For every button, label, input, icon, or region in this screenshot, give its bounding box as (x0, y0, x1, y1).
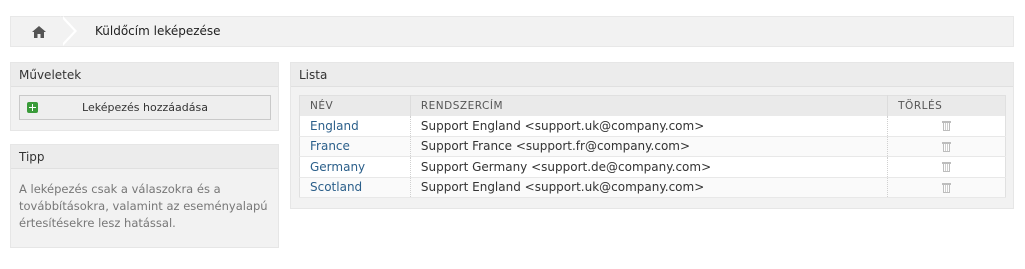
list-header: Lista (291, 63, 1013, 87)
mapping-name-link[interactable]: Scotland (310, 180, 362, 194)
column-header-delete: TÖRLÉS (887, 95, 1006, 116)
trash-icon[interactable] (942, 141, 952, 152)
trash-icon[interactable] (942, 182, 952, 193)
table-row: Scotland Support England <support.uk@com… (299, 177, 1006, 198)
mapping-address: Support England <support.uk@company.com> (410, 177, 889, 198)
page-title: Küldőcím leképezése (95, 24, 221, 38)
tip-widget: Tipp A leképezés csak a válaszokra és a … (10, 144, 279, 248)
plus-icon (27, 102, 38, 113)
breadcrumb-separator-inner (60, 16, 74, 46)
column-header-name[interactable]: NÉV (299, 95, 411, 116)
tip-header: Tipp (11, 145, 278, 169)
mapping-address: Support France <support.fr@company.com> (410, 136, 889, 157)
actions-header: Műveletek (11, 63, 278, 87)
add-mapping-label: Leképezés hozzáadása (82, 101, 208, 114)
tip-text: A leképezés csak a válaszokra és a továb… (19, 182, 268, 230)
breadcrumb: Küldőcím leképezése (10, 16, 1014, 47)
trash-icon[interactable] (942, 121, 952, 131)
mapping-address: Support England <support.uk@company.com> (410, 115, 889, 137)
mapping-name-link[interactable]: England (310, 119, 359, 133)
mapping-name-link[interactable]: France (310, 139, 350, 153)
table-row: England Support England <support.uk@comp… (299, 115, 1006, 137)
home-icon (32, 25, 46, 38)
list-widget: Lista NÉV RENDSZERCÍM TÖRLÉS England Sup… (290, 62, 1014, 209)
mapping-name-link[interactable]: Germany (310, 160, 365, 174)
actions-widget: Műveletek Leképezés hozzáadása (10, 62, 279, 131)
trash-icon[interactable] (942, 162, 952, 173)
table-header-row: NÉV RENDSZERCÍM TÖRLÉS (299, 95, 1006, 116)
column-header-address[interactable]: RENDSZERCÍM (410, 95, 889, 116)
table-row: France Support France <support.fr@compan… (299, 136, 1006, 157)
add-mapping-button[interactable]: Leképezés hozzáadása (19, 95, 271, 120)
table-row: Germany Support Germany <support.de@comp… (299, 156, 1006, 178)
mapping-address: Support Germany <support.de@company.com> (410, 156, 889, 178)
mapping-table: NÉV RENDSZERCÍM TÖRLÉS England Support E… (299, 95, 1006, 198)
